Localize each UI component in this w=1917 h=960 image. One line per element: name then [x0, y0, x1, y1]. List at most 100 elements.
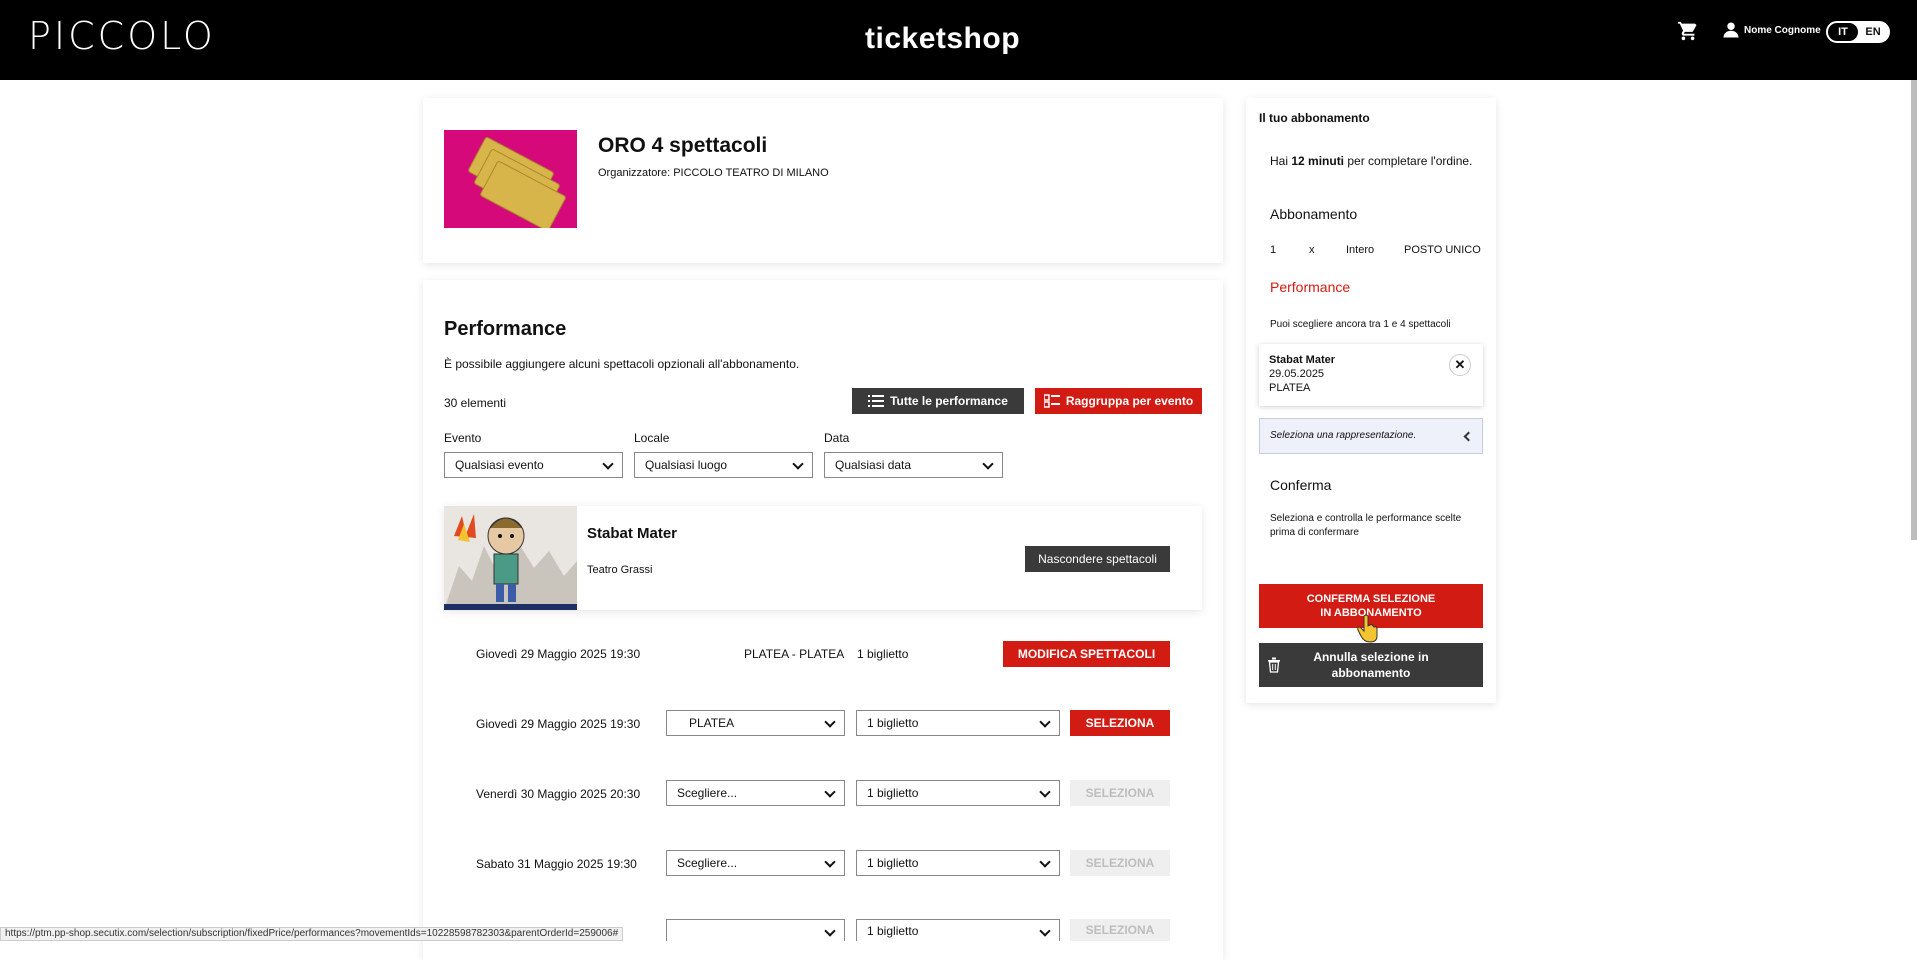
confirm-button-line1: CONFERMA SELEZIONE — [1306, 593, 1436, 605]
event-filter-label: Evento — [444, 431, 482, 445]
performance-label: Performance — [1270, 279, 1351, 295]
cancel-button-line2: abbonamento — [1331, 666, 1411, 680]
subscription-label: Abbonamento — [1270, 206, 1358, 222]
chevron-down-icon — [824, 716, 836, 728]
select-performance-button-disabled[interactable]: SELEZIONA — [1070, 850, 1170, 876]
confirm-label: Conferma — [1270, 477, 1332, 493]
all-performances-button[interactable]: Tutte le performance — [852, 388, 1024, 414]
lang-it-option[interactable]: IT — [1828, 23, 1858, 41]
selected-performance-item: Stabat Mater 29.05.2025 PLATEA ✕ — [1259, 344, 1483, 406]
chevron-down-icon — [824, 925, 836, 937]
show-venue: Teatro Grassi — [587, 564, 653, 576]
group-by-event-label: Raggruppa per evento — [1065, 394, 1194, 408]
timer-suffix: per completare l'ordine. — [1344, 154, 1473, 168]
selected-row-sector: PLATEA - PLATEA — [744, 647, 845, 661]
lang-en-option[interactable]: EN — [1858, 23, 1888, 41]
performance-hint: Puoi scegliere ancora tra 1 e 4 spettaco… — [1270, 319, 1451, 330]
ticket-quantity-select[interactable]: 1 biglietto — [856, 780, 1060, 806]
ticket-quantity-select[interactable]: 1 biglietto — [856, 850, 1060, 876]
sidebar-title: Il tuo abbonamento — [1259, 111, 1370, 125]
venue-filter-label: Locale — [634, 431, 670, 445]
piccolo-logo[interactable]: PICCOLO — [28, 14, 216, 58]
user-menu[interactable]: Nome Cognome — [1722, 20, 1821, 40]
language-toggle[interactable]: IT EN — [1826, 21, 1890, 43]
list-icon — [868, 395, 885, 407]
sector-select[interactable]: Scegliere... — [666, 780, 845, 806]
user-name: Nome Cognome — [1744, 24, 1821, 36]
performance-row-date: Giovedì 29 Maggio 2025 19:30 — [476, 717, 641, 731]
section-title: Performance — [444, 318, 567, 340]
sector-value: PLATEA — [689, 716, 735, 730]
logo-text: PICCOLO — [28, 14, 216, 58]
browser-status-url: https://ptm.pp-shop.secutix.com/selectio… — [0, 927, 624, 941]
ticket-quantity-value: 1 biglietto — [867, 923, 919, 938]
subscription-summary-card: Il tuo abbonamento Hai 12 minuti per com… — [1246, 98, 1496, 703]
chevron-down-icon — [824, 786, 836, 798]
chevron-down-icon — [602, 458, 614, 470]
confirm-hint: Seleziona e controlla le performance sce… — [1270, 513, 1462, 538]
venue-filter-select[interactable]: Qualsiasi luogo — [634, 452, 813, 478]
select-representation-dropdown[interactable]: Seleziona una rappresentazione. — [1259, 418, 1483, 454]
event-filter-value: Qualsiasi evento — [455, 458, 544, 472]
cancel-selection-button[interactable]: Annulla selezione in abbonamento — [1259, 643, 1483, 687]
all-performances-label: Tutte le performance — [890, 394, 1008, 408]
chevron-down-icon — [1039, 716, 1051, 728]
chevron-down-icon — [982, 458, 994, 470]
select-performance-button[interactable]: SELEZIONA — [1070, 710, 1170, 736]
select-performance-button-disabled[interactable]: SELEZIONA — [1070, 780, 1170, 806]
ticket-quantity-value: 1 biglietto — [867, 716, 919, 730]
subscription-multiplier: x — [1309, 244, 1315, 256]
event-filter-select[interactable]: Qualsiasi evento — [444, 452, 623, 478]
performance-row-date: Venerdì 30 Maggio 2025 20:30 — [476, 787, 641, 801]
selected-show-title: Stabat Mater — [1269, 354, 1336, 366]
ticket-quantity-value: 1 biglietto — [867, 786, 919, 800]
event-header-card: ORO 4 spettacoli Organizzatore: PICCOLO … — [423, 98, 1223, 263]
sector-select[interactable] — [666, 919, 845, 941]
chevron-down-icon — [1039, 856, 1051, 868]
user-icon — [1723, 22, 1739, 38]
event-thumbnail — [444, 130, 577, 228]
subscription-qty: 1 — [1270, 244, 1277, 256]
hand-pointer-icon — [1356, 614, 1380, 649]
selected-show-date: 29.05.2025 — [1269, 368, 1325, 380]
selected-show-sector: PLATEA — [1269, 382, 1311, 394]
performance-row-date: Sabato 31 Maggio 2025 19:30 — [476, 857, 637, 871]
ticket-quantity-select[interactable]: 1 biglietto — [856, 710, 1060, 736]
subscription-price-type: Intero — [1346, 244, 1375, 256]
cart-icon[interactable] — [1677, 20, 1701, 44]
selected-row-tickets: 1 biglietto — [857, 647, 909, 661]
sector-value: Scegliere... — [677, 786, 738, 800]
ticket-quantity-select[interactable]: 1 biglietto — [856, 919, 1060, 941]
chevron-down-icon — [792, 458, 804, 470]
close-icon[interactable]: ✕ — [1449, 354, 1471, 376]
section-description: È possibile aggiungere alcuni spettacoli… — [444, 357, 800, 371]
top-navigation-bar: PICCOLO ticketshop Nome Cognome IT EN — [0, 0, 1917, 80]
modify-shows-button[interactable]: MODIFICA SPETTACOLI — [1003, 641, 1170, 667]
selected-row-date: Giovedì 29 Maggio 2025 19:30 — [476, 647, 641, 661]
venue-filter-value: Qualsiasi luogo — [645, 458, 728, 472]
date-filter-label: Data — [824, 431, 850, 445]
sector-select[interactable]: Scegliere... — [666, 850, 845, 876]
show-image — [444, 506, 577, 610]
chevron-down-icon — [824, 856, 836, 868]
timer-value: 12 minuti — [1291, 154, 1345, 168]
select-representation-text: Seleziona una rappresentazione. — [1270, 430, 1417, 441]
sector-value: Scegliere... — [677, 856, 738, 870]
group-icon — [1043, 394, 1060, 408]
event-title: ORO 4 spettacoli — [598, 134, 768, 157]
page-scrollbar[interactable] — [1911, 80, 1917, 540]
ticket-quantity-value: 1 biglietto — [867, 856, 919, 870]
sector-select[interactable]: PLATEA — [666, 710, 845, 736]
cancel-button-line1: Annulla selezione in — [1313, 650, 1429, 664]
show-title: Stabat Mater — [587, 525, 678, 542]
hide-shows-button[interactable]: Nascondere spettacoli — [1025, 546, 1170, 572]
select-performance-button-disabled[interactable]: SELEZIONA — [1070, 919, 1170, 941]
chevron-left-icon — [1463, 431, 1474, 442]
event-organizer: Organizzatore: PICCOLO TEATRO DI MILANO — [598, 167, 829, 179]
trash-icon — [1268, 657, 1280, 673]
subscription-seat: POSTO UNICO — [1404, 244, 1481, 256]
date-filter-select[interactable]: Qualsiasi data — [824, 452, 1003, 478]
order-timer: Hai 12 minuti per completare l'ordine. — [1270, 154, 1472, 168]
date-filter-value: Qualsiasi data — [835, 458, 912, 472]
group-by-event-button[interactable]: Raggruppa per evento — [1035, 388, 1202, 414]
